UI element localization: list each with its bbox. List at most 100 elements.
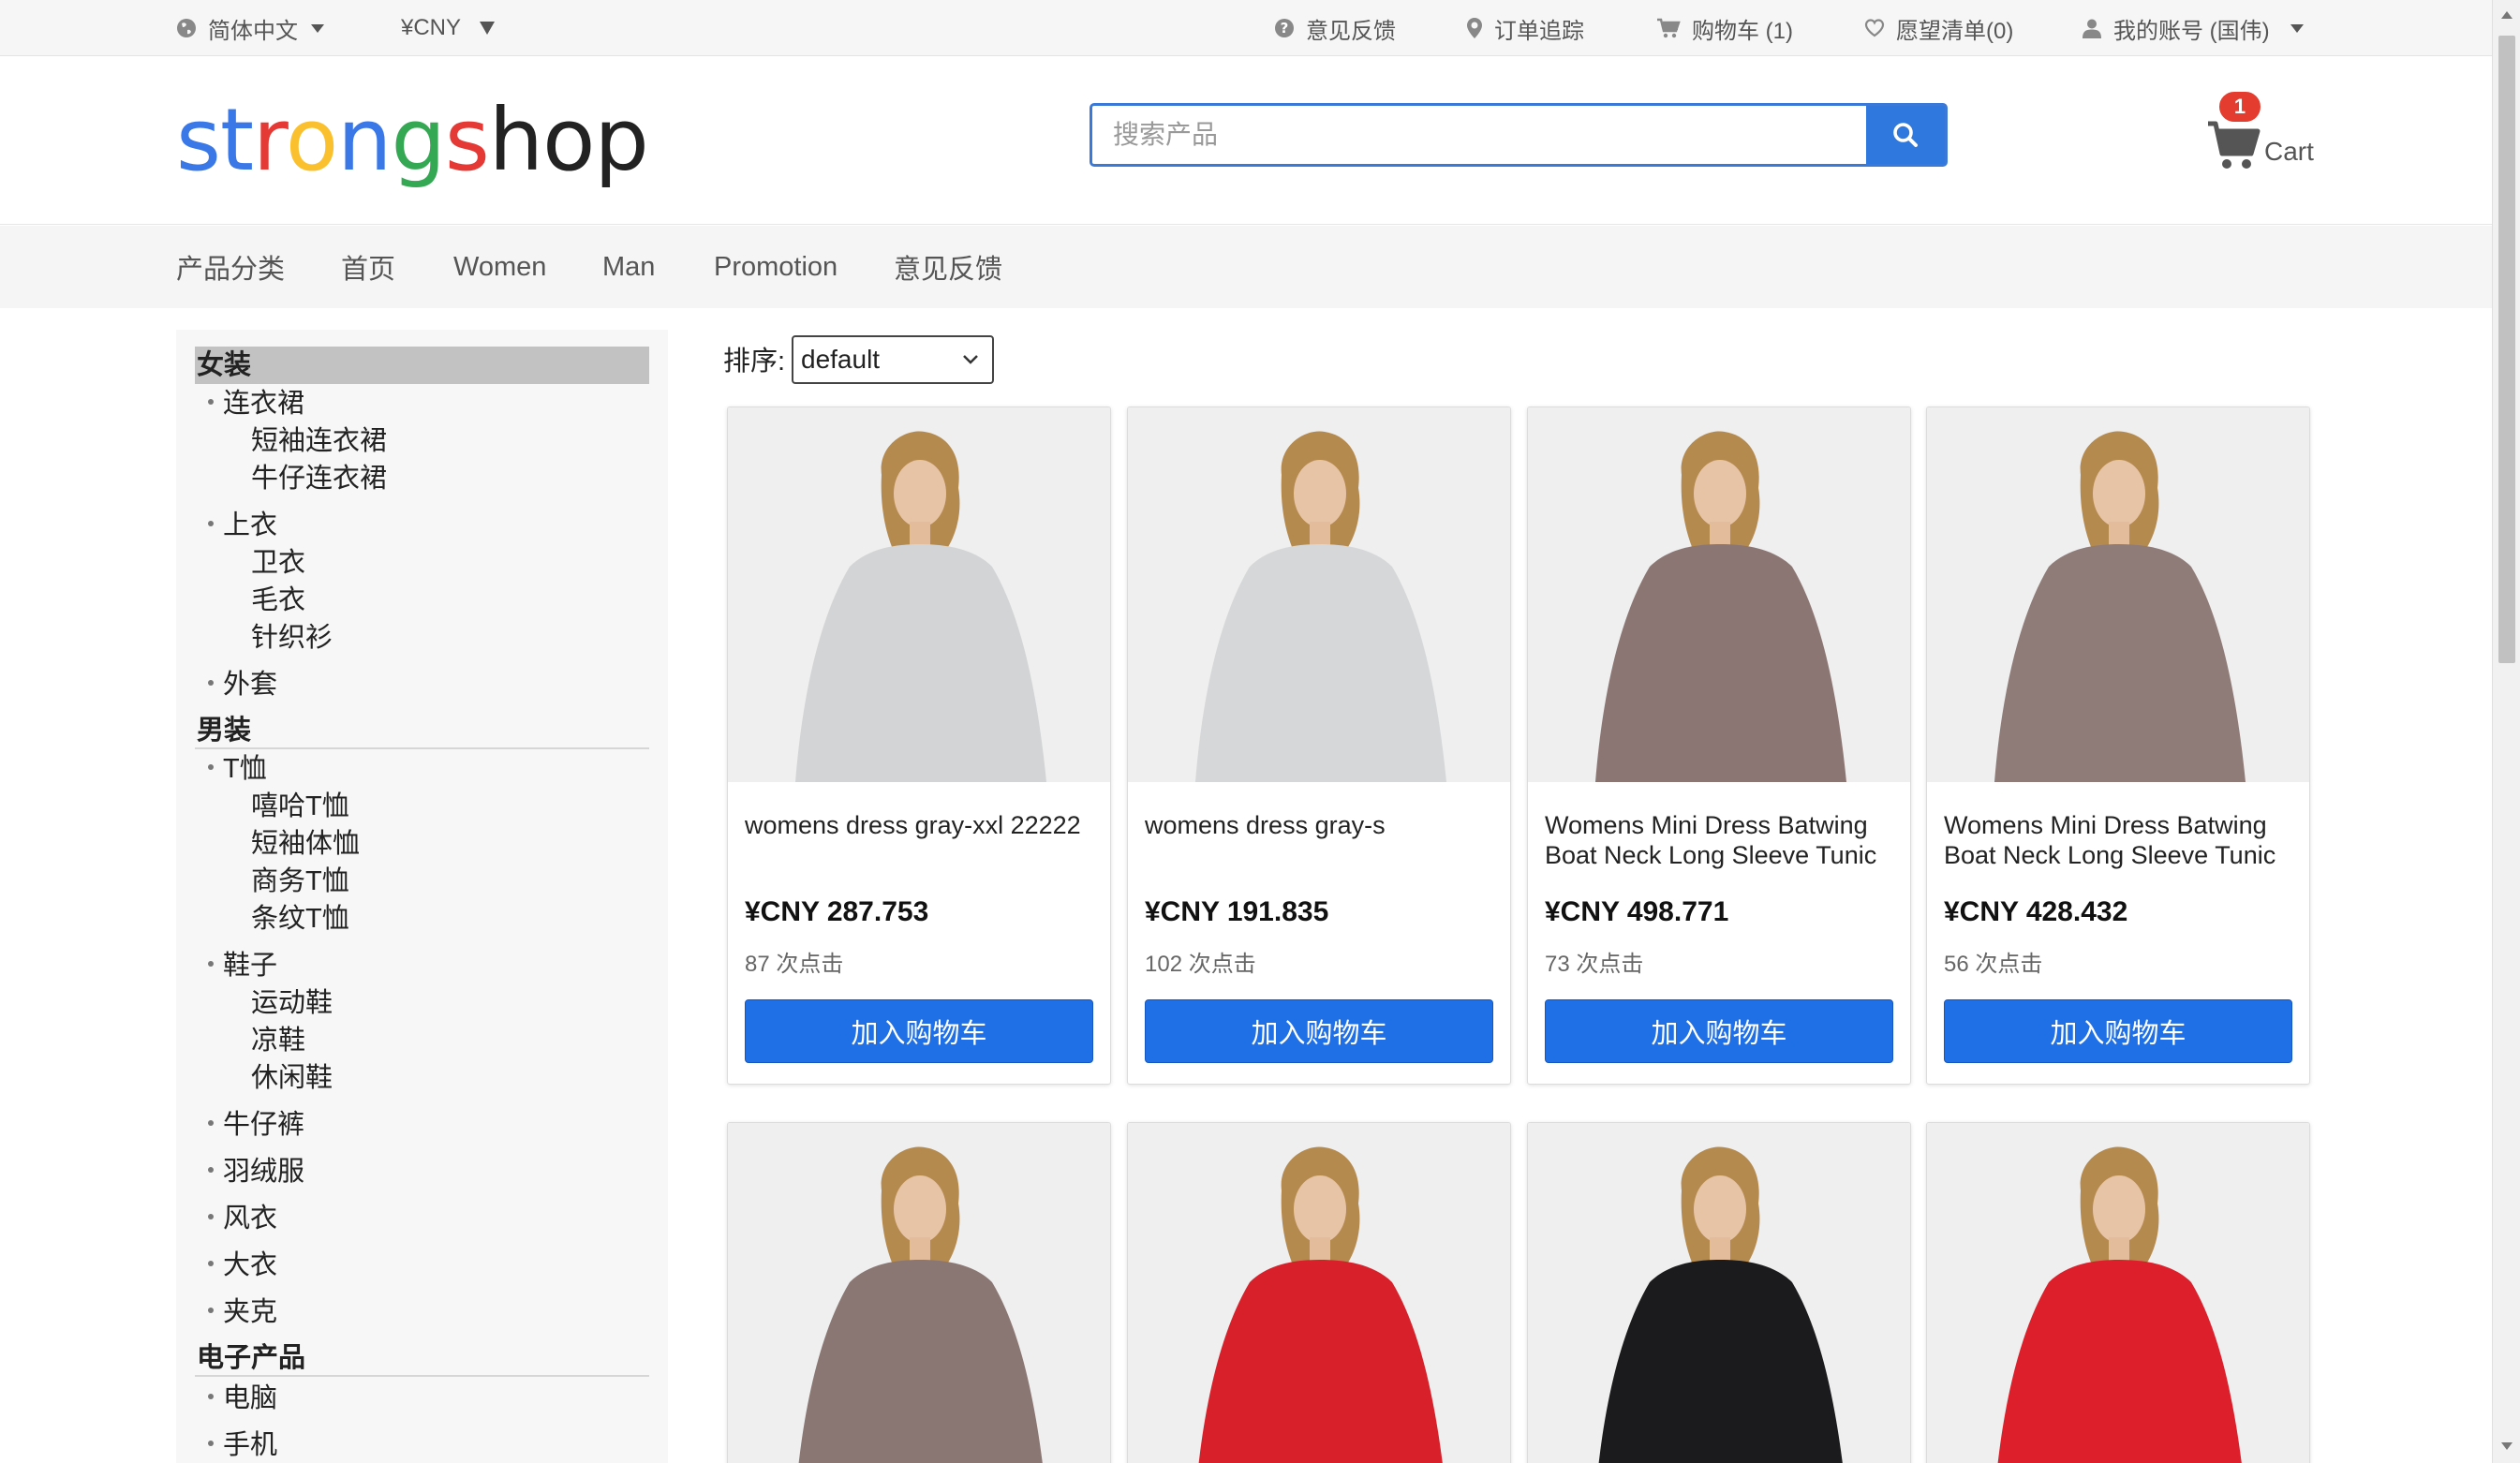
category-jacket[interactable]: 夹克: [208, 1294, 277, 1330]
category-tops[interactable]: 上衣: [208, 508, 277, 543]
category-men[interactable]: 男装: [195, 712, 649, 749]
scroll-thumb[interactable]: [2498, 36, 2515, 663]
category-short-dress[interactable]: 短袖连衣裙: [251, 423, 387, 459]
category-label: T恤: [223, 754, 267, 784]
language-selector[interactable]: 简体中文: [176, 0, 324, 56]
product-card[interactable]: [727, 1122, 1111, 1463]
search-input[interactable]: [1092, 106, 1866, 164]
product-card[interactable]: womens dress gray-xxl 22222 ¥CNY 287.753 8…: [727, 406, 1111, 1085]
bullet: [208, 680, 214, 687]
globe-icon: [176, 18, 197, 38]
category-label: 手机: [223, 1430, 278, 1460]
category-business-tshirt[interactable]: 商务T恤: [251, 864, 349, 899]
category-electronics[interactable]: 电子产品: [195, 1339, 649, 1377]
bullet: [208, 1261, 214, 1267]
add-to-cart-button[interactable]: 加入购物车: [745, 999, 1093, 1063]
category-label: 夹克: [223, 1297, 278, 1327]
category-computer[interactable]: 电脑: [208, 1381, 277, 1416]
product-image[interactable]: [728, 1123, 1110, 1463]
sort-select[interactable]: default: [792, 335, 994, 384]
bullet: [208, 1167, 214, 1174]
account-label: 我的账号 (国伟): [2113, 18, 2270, 44]
bullet: [208, 961, 214, 968]
scroll-up-arrow-icon[interactable]: [2501, 11, 2513, 19]
nav-item-man[interactable]: Man: [602, 226, 655, 308]
search-button[interactable]: [1866, 106, 1945, 164]
logo-letter: s: [444, 90, 490, 190]
wishlist-link[interactable]: 愿望清单(0): [1864, 0, 2013, 56]
product-image[interactable]: [1128, 407, 1510, 782]
product-card[interactable]: [1527, 1122, 1911, 1463]
product-image[interactable]: [1927, 1123, 2309, 1463]
currency-selector[interactable]: ¥CNY: [401, 0, 496, 56]
logo-letter: p: [594, 90, 648, 190]
category-label: 连衣裙: [223, 389, 305, 419]
nav-item-feedback[interactable]: 意见反馈: [894, 226, 1002, 308]
category-overcoat[interactable]: 大衣: [208, 1248, 277, 1283]
product-card[interactable]: Womens Mini Dress Batwing Boat Neck Long…: [1527, 406, 1911, 1085]
product-image[interactable]: [1128, 1123, 1510, 1463]
product-image[interactable]: [1927, 407, 2309, 782]
add-to-cart-button[interactable]: 加入购物车: [1145, 999, 1493, 1063]
sort-label: 排序:: [723, 347, 786, 377]
product-name[interactable]: womens dress gray-s: [1145, 810, 1501, 840]
bullet: [208, 399, 214, 406]
category-windbreaker[interactable]: 风衣: [208, 1201, 277, 1236]
product-clicks: 102 次点击: [1145, 952, 1256, 977]
product-price: ¥CNY 287.753: [745, 896, 929, 927]
category-dress[interactable]: 连衣裙: [208, 386, 304, 421]
product-card[interactable]: [1127, 1122, 1511, 1463]
category-hoodie[interactable]: 卫衣: [251, 545, 305, 581]
category-shoes[interactable]: 鞋子: [208, 948, 277, 983]
category-knit[interactable]: 针织衫: [251, 620, 333, 656]
product-card[interactable]: [1926, 1122, 2310, 1463]
category-sandals[interactable]: 凉鞋: [251, 1023, 305, 1058]
nav-item-home[interactable]: 首页: [341, 226, 395, 308]
page-scrollbar[interactable]: [2492, 0, 2520, 1463]
category-tshirt[interactable]: T恤: [208, 751, 267, 787]
topbar-cart-link[interactable]: 购物车 (1): [1656, 0, 1793, 56]
category-label: 电脑: [223, 1383, 278, 1413]
nav-item-promotion[interactable]: Promotion: [714, 226, 838, 308]
category-label: 上衣: [223, 510, 278, 540]
product-image[interactable]: [728, 407, 1110, 782]
question-circle-icon: ?: [1274, 18, 1295, 38]
product-image[interactable]: [1528, 407, 1910, 782]
category-hiphop-tshirt[interactable]: 嘻哈T恤: [251, 789, 349, 824]
product-name[interactable]: womens dress gray-xxl 22222: [745, 810, 1101, 840]
category-label: 大衣: [223, 1250, 278, 1280]
category-down-jacket[interactable]: 羽绒服: [208, 1154, 304, 1190]
nav-item-women[interactable]: Women: [453, 226, 546, 308]
product-name[interactable]: Womens Mini Dress Batwing Boat Neck Long…: [1944, 810, 2300, 870]
category-sports-shoes[interactable]: 运动鞋: [251, 985, 333, 1021]
scroll-down-arrow-icon[interactable]: [2501, 1442, 2513, 1450]
category-coat[interactable]: 外套: [208, 667, 277, 702]
nav-item-categories[interactable]: 产品分类: [176, 226, 285, 308]
product-image[interactable]: [1528, 1123, 1910, 1463]
category-label: 外套: [223, 670, 278, 700]
category-jeans[interactable]: 牛仔裤: [208, 1107, 304, 1143]
category-striped-tshirt[interactable]: 条纹T恤: [251, 901, 349, 937]
product-card[interactable]: Womens Mini Dress Batwing Boat Neck Long…: [1926, 406, 2310, 1085]
category-denim-dress[interactable]: 牛仔连衣裙: [251, 461, 387, 496]
language-label: 简体中文: [208, 18, 298, 44]
category-phone[interactable]: 手机: [208, 1427, 277, 1463]
account-menu[interactable]: 我的账号 (国伟): [2082, 0, 2304, 56]
category-casual-shoes[interactable]: 休闲鞋: [251, 1060, 333, 1096]
category-short-sleeve-tshirt[interactable]: 短袖体恤: [251, 826, 360, 862]
topbar-feedback-link[interactable]: ? 意见反馈: [1274, 0, 1396, 56]
category-label: 羽绒服: [223, 1157, 305, 1187]
product-name[interactable]: Womens Mini Dress Batwing Boat Neck Long…: [1545, 810, 1901, 870]
add-to-cart-button[interactable]: 加入购物车: [1545, 999, 1893, 1063]
header-cart[interactable]: 1 Cart: [2206, 82, 2328, 195]
bullet: [208, 764, 214, 771]
product-card[interactable]: womens dress gray-s ¥CNY 191.835 102 次点击 加入…: [1127, 406, 1511, 1085]
site-header: strongshop 1 Cart: [0, 56, 2492, 225]
order-tracking-link[interactable]: 订单追踪: [1466, 0, 1584, 56]
strongshop-logo[interactable]: strongshop: [176, 94, 649, 187]
chevron-down-icon: [480, 22, 496, 35]
add-to-cart-button[interactable]: 加入购物车: [1944, 999, 2292, 1063]
category-women[interactable]: 女装: [195, 347, 649, 384]
category-sweater[interactable]: 毛衣: [251, 583, 305, 618]
product-photo: [1927, 1123, 2309, 1463]
